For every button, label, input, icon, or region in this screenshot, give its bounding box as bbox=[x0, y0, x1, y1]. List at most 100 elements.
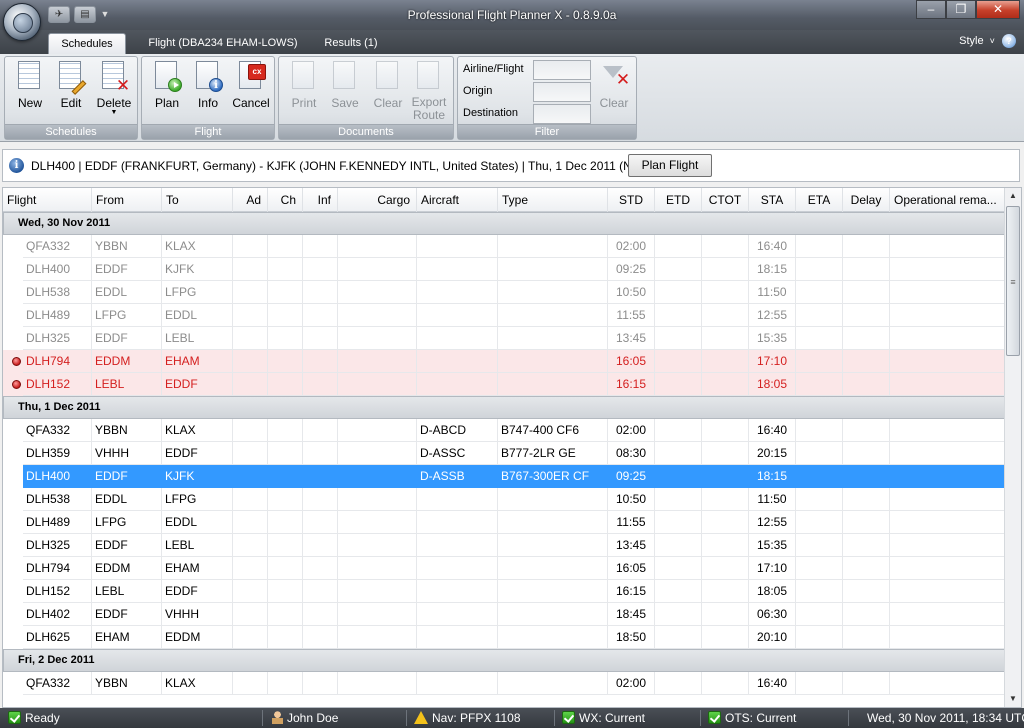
new-button[interactable]: New bbox=[9, 60, 51, 110]
cell-std: 18:50 bbox=[608, 626, 655, 649]
plan-flight-button[interactable]: Plan Flight bbox=[628, 154, 712, 177]
clear-filter-button[interactable]: ✕ Clear bbox=[593, 60, 635, 110]
column-header-sta[interactable]: STA bbox=[749, 188, 796, 212]
tab-results[interactable]: Results (1) bbox=[316, 33, 386, 54]
flight-row[interactable]: DLH538 EDDL LFPG 10:50 11:50 bbox=[3, 488, 1007, 511]
print-button[interactable]: Print bbox=[283, 60, 325, 110]
cell-type bbox=[498, 672, 608, 695]
scrollbar-thumb[interactable]: ≡ bbox=[1006, 206, 1020, 356]
cancel-button[interactable]: cx Cancel bbox=[230, 60, 272, 110]
edit-button[interactable]: Edit bbox=[50, 60, 92, 110]
cell-sta: 15:35 bbox=[749, 327, 796, 350]
delete-button[interactable]: ✕ Delete ▼ bbox=[93, 60, 135, 116]
flight-row[interactable]: QFA332 YBBN KLAX 02:00 16:40 bbox=[3, 235, 1007, 258]
origin-input[interactable] bbox=[533, 82, 591, 102]
date-group-row[interactable]: Thu, 1 Dec 2011 bbox=[3, 396, 1007, 419]
flight-row[interactable]: DLH152 LEBL EDDF 16:15 18:05 bbox=[3, 580, 1007, 603]
column-header-children[interactable]: Ch bbox=[268, 188, 303, 212]
flight-row[interactable]: DLH489 LFPG EDDL 11:55 12:55 bbox=[3, 511, 1007, 534]
column-header-etd[interactable]: ETD bbox=[655, 188, 702, 212]
cell-to: EDDL bbox=[162, 304, 233, 327]
flight-row[interactable]: DLH538 EDDL LFPG 10:50 11:50 bbox=[3, 281, 1007, 304]
flight-row[interactable]: DLH402 EDDF VHHH 18:45 06:30 bbox=[3, 603, 1007, 626]
cell-etd bbox=[655, 557, 702, 580]
flight-row[interactable]: QFA332 YBBN KLAX 02:00 16:40 bbox=[3, 672, 1007, 695]
scroll-up-icon[interactable]: ▲ bbox=[1005, 188, 1021, 204]
cell-sta: 16:40 bbox=[749, 672, 796, 695]
date-group-row[interactable]: Wed, 30 Nov 2011 bbox=[3, 212, 1007, 235]
application-menu-button[interactable] bbox=[3, 3, 41, 41]
ribbon-group-flight: Plan i Info cx Cancel Flight bbox=[141, 56, 275, 140]
flight-row[interactable]: DLH325 EDDF LEBL 13:45 15:35 bbox=[3, 534, 1007, 557]
column-header-from[interactable]: From bbox=[92, 188, 162, 212]
column-header-aircraft[interactable]: Aircraft bbox=[417, 188, 498, 212]
cell-infants bbox=[303, 235, 338, 258]
tab-schedules[interactable]: Schedules bbox=[48, 33, 126, 54]
cell-eta bbox=[796, 511, 843, 534]
column-header-type[interactable]: Type bbox=[498, 188, 608, 212]
column-header-std[interactable]: STD bbox=[608, 188, 655, 212]
cell-ctot bbox=[702, 557, 749, 580]
cell-cargo bbox=[338, 350, 417, 373]
cell-adults bbox=[233, 557, 268, 580]
flight-row[interactable]: DLH152 LEBL EDDF 16:15 18:05 bbox=[3, 373, 1007, 396]
cell-ctot bbox=[702, 603, 749, 626]
airline-flight-input[interactable] bbox=[533, 60, 591, 80]
export-route-button[interactable]: Export Route bbox=[407, 60, 451, 122]
cell-ctot bbox=[702, 419, 749, 442]
plan-button[interactable]: Plan bbox=[146, 60, 188, 110]
clear-documents-button[interactable]: Clear bbox=[367, 60, 409, 110]
cell-eta bbox=[796, 465, 843, 488]
cell-children bbox=[268, 258, 303, 281]
column-header-adults[interactable]: Ad bbox=[233, 188, 268, 212]
help-icon[interactable]: ? bbox=[1002, 34, 1016, 48]
status-bar: Ready John Doe Nav: PFPX 1108 WX: Curren… bbox=[0, 708, 1024, 728]
cell-flight: DLH400 bbox=[23, 465, 92, 488]
column-header-infants[interactable]: Inf bbox=[303, 188, 338, 212]
column-header-cargo[interactable]: Cargo bbox=[338, 188, 417, 212]
column-header-to[interactable]: To bbox=[162, 188, 233, 212]
save-button[interactable]: Save bbox=[324, 60, 366, 110]
cell-flight: DLH400 bbox=[23, 258, 92, 281]
flight-row[interactable]: DLH400 EDDF KJFK 09:25 18:15 bbox=[3, 258, 1007, 281]
cell-remarks bbox=[890, 511, 1007, 534]
tab-flight[interactable]: Flight (DBA234 EHAM-LOWS) bbox=[138, 33, 308, 54]
maximize-button[interactable]: ❐ bbox=[946, 0, 976, 19]
flight-row[interactable]: DLH359 VHHH EDDF D-ASSC B777-2LR GE 08:30 20:1… bbox=[3, 442, 1007, 465]
column-header-flight[interactable]: Flight bbox=[3, 188, 92, 212]
cell-ctot bbox=[702, 373, 749, 396]
cancel-button-label: Cancel bbox=[232, 96, 270, 110]
minimize-button[interactable]: – bbox=[916, 0, 946, 19]
flight-row[interactable]: DLH325 EDDF LEBL 13:45 15:35 bbox=[3, 327, 1007, 350]
cell-std: 08:30 bbox=[608, 442, 655, 465]
flight-row[interactable]: DLH400 EDDF KJFK D-ASSB B767-300ER CF 09:25 18… bbox=[23, 465, 1007, 488]
close-button[interactable]: ✕ bbox=[976, 0, 1020, 19]
style-menu[interactable]: Style ˅ ? bbox=[959, 34, 1016, 48]
info-button[interactable]: i Info bbox=[187, 60, 229, 110]
flight-row[interactable]: DLH489 LFPG EDDL 11:55 12:55 bbox=[3, 304, 1007, 327]
cell-type bbox=[498, 327, 608, 350]
flight-row[interactable]: DLH625 EHAM EDDM 18:50 20:10 bbox=[3, 626, 1007, 649]
cell-std: 09:25 bbox=[608, 258, 655, 281]
cell-aircraft: D-ASSC bbox=[417, 442, 498, 465]
column-header-remarks[interactable]: Operational rema... bbox=[890, 188, 1007, 212]
flight-row[interactable]: DLH794 EDDM EHAM 16:05 17:10 bbox=[3, 350, 1007, 373]
flight-row[interactable]: QFA332 YBBN KLAX D-ABCD B747-400 CF6 02:00 16:… bbox=[3, 419, 1007, 442]
column-header-ctot[interactable]: CTOT bbox=[702, 188, 749, 212]
cell-cargo bbox=[338, 580, 417, 603]
cell-remarks bbox=[890, 281, 1007, 304]
destination-input[interactable] bbox=[533, 104, 591, 124]
cell-from: EDDF bbox=[92, 327, 162, 350]
scroll-down-icon[interactable]: ▼ bbox=[1005, 691, 1021, 707]
cell-etd bbox=[655, 511, 702, 534]
cell-flight: DLH359 bbox=[23, 442, 92, 465]
cell-etd bbox=[655, 327, 702, 350]
delete-button-label: Delete bbox=[96, 96, 132, 110]
column-header-delay[interactable]: Delay bbox=[843, 188, 890, 212]
vertical-scrollbar[interactable]: ▲ ≡ ▼ bbox=[1004, 188, 1021, 707]
date-group-row[interactable]: Fri, 2 Dec 2011 bbox=[3, 649, 1007, 672]
cell-type bbox=[498, 258, 608, 281]
column-header-eta[interactable]: ETA bbox=[796, 188, 843, 212]
cell-eta bbox=[796, 603, 843, 626]
flight-row[interactable]: DLH794 EDDM EHAM 16:05 17:10 bbox=[3, 557, 1007, 580]
